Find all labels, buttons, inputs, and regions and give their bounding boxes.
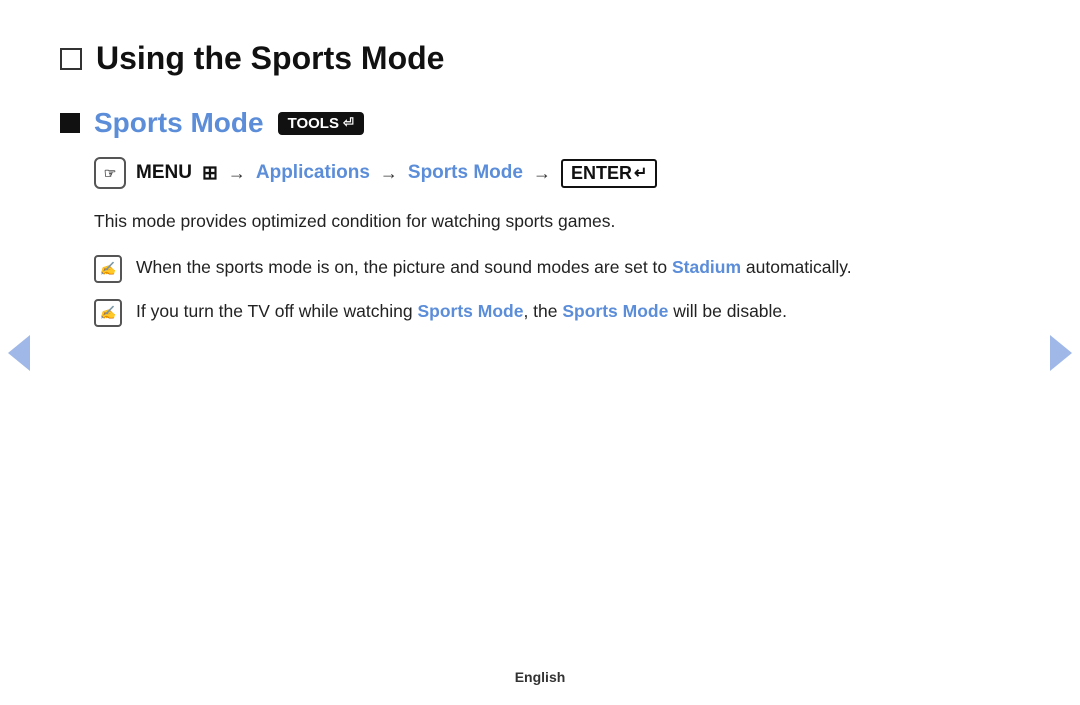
note-icon-1: ✍ bbox=[94, 255, 122, 283]
note-icon-2: ✍ bbox=[94, 299, 122, 327]
menu-arrow-2: → bbox=[380, 163, 398, 184]
menu-label: MENU bbox=[136, 162, 192, 184]
page-title-row: Using the Sports Mode bbox=[60, 40, 1000, 77]
note2-prefix: If you turn the TV off while watching bbox=[136, 301, 417, 321]
title-checkbox-icon bbox=[60, 48, 82, 70]
note1-highlight: Stadium bbox=[672, 257, 741, 277]
tools-badge-arrow-icon: ⏎ bbox=[343, 115, 354, 131]
page-container: Using the Sports Mode Sports Mode TOOLS … bbox=[0, 0, 1080, 705]
section-heading-row: Sports Mode TOOLS ⏎ bbox=[60, 107, 1000, 139]
note-item-2: ✍ If you turn the TV off while watching … bbox=[94, 297, 1000, 327]
note1-suffix: automatically. bbox=[741, 257, 852, 277]
menu-hand-symbol: ☞ bbox=[104, 165, 117, 182]
note-symbol-1: ✍ bbox=[100, 261, 116, 277]
page-title: Using the Sports Mode bbox=[96, 40, 444, 77]
menu-applications-link: Applications bbox=[256, 162, 370, 184]
menu-lines: ⊞ bbox=[202, 162, 218, 185]
note2-highlight2: Sports Mode bbox=[562, 301, 668, 321]
note-symbol-2: ✍ bbox=[100, 305, 116, 321]
enter-button-box: ENTER ↵ bbox=[561, 159, 657, 188]
menu-arrow-3: → bbox=[533, 163, 551, 184]
black-square-icon bbox=[60, 113, 80, 133]
menu-sports-mode-link: Sports Mode bbox=[408, 162, 523, 184]
description-text: This mode provides optimized condition f… bbox=[94, 207, 1000, 235]
note2-middle: , the bbox=[523, 301, 562, 321]
note1-prefix: When the sports mode is on, the picture … bbox=[136, 257, 672, 277]
note2-suffix: will be disable. bbox=[668, 301, 787, 321]
nav-arrow-right[interactable] bbox=[1050, 335, 1072, 371]
note-text-2: If you turn the TV off while watching Sp… bbox=[136, 297, 787, 326]
enter-label: ENTER bbox=[571, 163, 632, 184]
note-item-1: ✍ When the sports mode is on, the pictur… bbox=[94, 253, 1000, 283]
enter-arrow-icon: ↵ bbox=[634, 163, 647, 183]
tools-badge-text: TOOLS bbox=[288, 115, 339, 132]
tools-badge: TOOLS ⏎ bbox=[278, 112, 364, 135]
footer-language: English bbox=[515, 669, 566, 685]
nav-arrow-left[interactable] bbox=[8, 335, 30, 371]
note2-highlight1: Sports Mode bbox=[417, 301, 523, 321]
note-text-1: When the sports mode is on, the picture … bbox=[136, 253, 852, 282]
menu-path-row: ☞ MENU ⊞ → Applications → Sports Mode → … bbox=[94, 157, 1000, 189]
menu-hand-icon: ☞ bbox=[94, 157, 126, 189]
menu-arrow-1: → bbox=[228, 163, 246, 184]
section-title: Sports Mode bbox=[94, 107, 264, 139]
